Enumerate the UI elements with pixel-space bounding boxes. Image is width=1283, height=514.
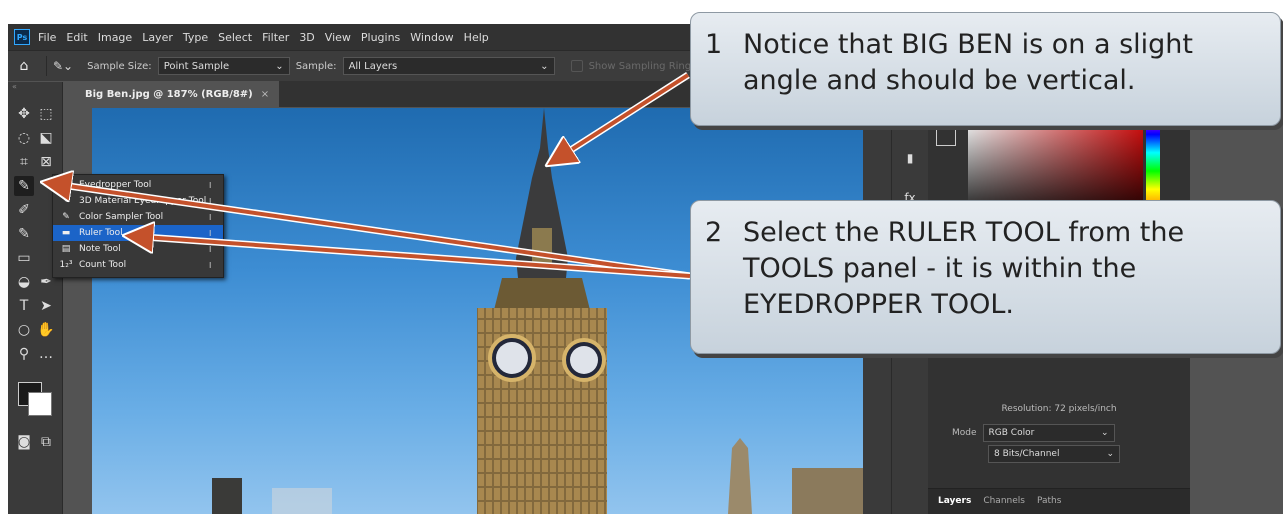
mode-dropdown[interactable]: RGB Color ⌄ — [982, 424, 1115, 442]
bits-dropdown[interactable]: 8 Bits/Channel ⌄ — [988, 445, 1120, 463]
gradient-tool-icon[interactable]: ◒ — [14, 272, 34, 292]
callout-number: 1 — [705, 29, 723, 60]
flyout-item-label: Color Sampler Tool — [79, 212, 164, 222]
tab-paths[interactable]: Paths — [1037, 496, 1061, 506]
callout-text: Select the RULER TOOL from the TOOLS pan… — [743, 217, 1185, 320]
menu-3d[interactable]: 3D — [299, 31, 314, 44]
mode-row: Mode RGB Color ⌄ — [952, 424, 1115, 442]
menu-layer[interactable]: Layer — [142, 31, 173, 44]
sample-size-dropdown[interactable]: Point Sample ⌄ — [157, 57, 290, 75]
photoshop-logo-icon: Ps — [14, 29, 30, 45]
home-icon[interactable]: ⌂ — [8, 55, 40, 77]
ellipse-tool-icon[interactable]: ○ — [14, 320, 34, 340]
type-tool-icon[interactable]: T — [14, 296, 34, 316]
document-tab[interactable]: Big Ben.jpg @ 187% (RGB/8#) × — [63, 81, 280, 107]
menu-type[interactable]: Type — [183, 31, 208, 44]
menu-view[interactable]: View — [325, 31, 351, 44]
mode-label: Mode — [952, 428, 977, 438]
layers-panel: Layers Channels Paths — [928, 488, 1190, 514]
flyout-item-shortcut: I — [209, 228, 212, 238]
3d-eyedropper-icon: ✎ — [62, 196, 70, 206]
flyout-item-label: Eyedropper Tool — [79, 180, 152, 190]
sample-size-value: Point Sample — [163, 60, 230, 72]
callout-step-1: 1 Notice that BIG BEN is on a slight ang… — [690, 12, 1281, 126]
tools-panel: « ✥ ⬚ ◌ ⬕ ⌗ ⊠ ✎ ✐ ✎ ▭ ◒ ✒ T ➤ ○ ✋ ⚲ … ◙ … — [8, 82, 63, 514]
color-panel-swatch[interactable] — [936, 126, 956, 146]
object-selection-tool-icon[interactable]: ⬕ — [36, 128, 56, 148]
flyout-item-3d-material-eyedropper[interactable]: ✎ 3D Material Eyedropper Tool I — [53, 193, 223, 209]
lasso-tool-icon[interactable]: ◌ — [14, 128, 34, 148]
sample-label: Sample: — [295, 60, 337, 72]
hand-tool-icon[interactable]: ✋ — [36, 320, 56, 340]
flyout-item-label: Ruler Tool — [79, 228, 123, 238]
flyout-item-ruler[interactable]: ▬ Ruler Tool I — [53, 225, 223, 241]
flyout-item-shortcut: I — [209, 244, 212, 254]
move-tool-icon[interactable]: ✥ — [14, 104, 34, 124]
close-icon[interactable]: × — [261, 89, 269, 100]
chevron-down-icon: ⌄ — [1106, 449, 1114, 459]
menu-image[interactable]: Image — [98, 31, 132, 44]
tab-layers[interactable]: Layers — [938, 496, 971, 506]
options-divider — [46, 56, 47, 76]
menu-select[interactable]: Select — [218, 31, 252, 44]
flyout-item-label: Note Tool — [79, 244, 121, 254]
crop-tool-icon[interactable]: ⌗ — [14, 152, 34, 172]
sample-size-label: Sample Size: — [87, 60, 152, 72]
layers-tabs: Layers Channels Paths — [928, 489, 1190, 513]
show-sampling-ring-checkbox[interactable] — [570, 60, 583, 72]
eyedropper-tool-preset-icon[interactable]: ✎⌄ — [53, 59, 73, 73]
marquee-tool-icon[interactable]: ⬚ — [36, 104, 56, 124]
tab-channels[interactable]: Channels — [983, 496, 1025, 506]
flyout-item-shortcut: I — [209, 260, 212, 270]
eyedropper-icon: ✎ — [62, 180, 70, 190]
screen-mode-icon[interactable]: ⧉ — [36, 432, 56, 452]
eyedropper-tool-icon[interactable]: ✎ — [14, 176, 34, 196]
mode-value: RGB Color — [988, 428, 1035, 438]
show-sampling-ring-label: Show Sampling Ring — [588, 60, 692, 72]
sample-value: All Layers — [348, 60, 398, 72]
quick-mask-icon[interactable]: ◙ — [14, 432, 34, 452]
count-icon: 1₂³ — [59, 260, 73, 270]
note-icon: ▤ — [61, 244, 71, 254]
bits-value: 8 Bits/Channel — [994, 449, 1060, 459]
frame-tool-icon[interactable]: ⊠ — [36, 152, 56, 172]
eraser-tool-icon[interactable]: ▭ — [14, 248, 34, 268]
more-tools-icon[interactable]: … — [36, 344, 56, 364]
chevron-down-icon: ⌄ — [275, 60, 284, 72]
menu-window[interactable]: Window — [410, 31, 453, 44]
ruler-icon: ▬ — [61, 228, 71, 238]
menu-plugins[interactable]: Plugins — [361, 31, 400, 44]
resolution-text: Resolution: 72 pixels/inch — [1001, 404, 1117, 414]
flyout-item-shortcut: I — [209, 180, 212, 190]
chevron-down-icon: ⌄ — [1100, 428, 1109, 438]
color-sampler-icon: ✎ — [62, 212, 70, 222]
flyout-item-shortcut: I — [209, 212, 212, 222]
flyout-item-shortcut: I — [209, 196, 212, 206]
chevron-down-icon: ⌄ — [540, 60, 549, 72]
path-selection-tool-icon[interactable]: ➤ — [36, 296, 56, 316]
menu-filter[interactable]: Filter — [262, 31, 289, 44]
callout-number: 2 — [705, 217, 723, 248]
collapse-icon[interactable]: « — [8, 82, 62, 92]
eyedropper-flyout-menu: ✎ Eyedropper Tool I ✎ 3D Material Eyedro… — [52, 174, 224, 278]
zoom-tool-icon[interactable]: ⚲ — [14, 344, 34, 364]
menu-file[interactable]: File — [38, 31, 56, 44]
menu-edit[interactable]: Edit — [66, 31, 87, 44]
callout-text: Notice that BIG BEN is on a slight angle… — [743, 29, 1194, 96]
brush-tool-icon[interactable]: ✎ — [14, 224, 34, 244]
document-tab-title: Big Ben.jpg @ 187% (RGB/8#) — [85, 88, 253, 100]
healing-brush-tool-icon[interactable]: ✐ — [14, 200, 34, 220]
sample-dropdown[interactable]: All Layers ⌄ — [342, 57, 555, 75]
flyout-item-eyedropper[interactable]: ✎ Eyedropper Tool I — [53, 177, 223, 193]
flyout-item-count[interactable]: 1₂³ Count Tool I — [53, 257, 223, 273]
callout-step-2: 2 Select the RULER TOOL from the TOOLS p… — [690, 200, 1281, 354]
flyout-item-note[interactable]: ▤ Note Tool I — [53, 241, 223, 257]
menu-help[interactable]: Help — [464, 31, 489, 44]
flyout-item-label: 3D Material Eyedropper Tool — [79, 196, 207, 206]
bits-row: 8 Bits/Channel ⌄ — [988, 445, 1120, 463]
comments-icon[interactable]: ▮ — [900, 148, 920, 168]
flyout-item-color-sampler[interactable]: ✎ Color Sampler Tool I — [53, 209, 223, 225]
background-color-swatch[interactable] — [28, 392, 52, 416]
flyout-item-label: Count Tool — [79, 260, 127, 270]
